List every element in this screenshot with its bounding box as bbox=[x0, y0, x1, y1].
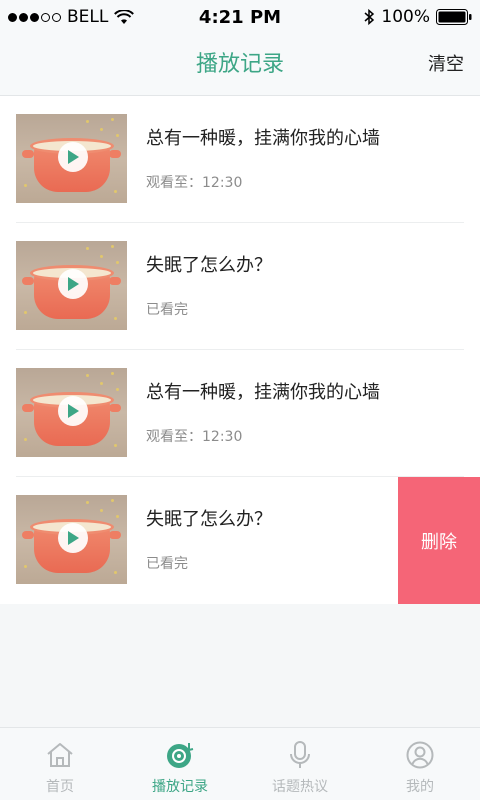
battery-percent: 100% bbox=[381, 7, 430, 27]
tab-bar: 首页 播放记录 话题热议 我的 bbox=[0, 727, 480, 800]
list-item-content: 总有一种暖，挂满你我的心墙 观看至：12:30 bbox=[0, 96, 480, 223]
nav-bar: 播放记录 清空 bbox=[0, 34, 480, 96]
list-item[interactable]: 失眠了怎么办？ 已看完 删除 bbox=[0, 477, 480, 604]
profile-icon bbox=[405, 740, 435, 770]
tab-record[interactable]: 播放记录 bbox=[120, 728, 240, 800]
play-icon[interactable] bbox=[58, 269, 88, 299]
status-bar: BELL 4:21 PM 100% bbox=[0, 0, 480, 34]
video-title: 总有一种暖，挂满你我的心墙 bbox=[146, 382, 380, 403]
status-left: BELL bbox=[8, 7, 135, 27]
carrier-label: BELL bbox=[67, 7, 109, 27]
video-thumbnail[interactable] bbox=[16, 368, 127, 457]
list-item[interactable]: 失眠了怎么办？ 已看完 bbox=[0, 223, 480, 350]
tab-label: 首页 bbox=[46, 779, 74, 795]
home-icon bbox=[45, 740, 75, 770]
history-list: 总有一种暖，挂满你我的心墙 观看至：12:30 失眠了怎么办？ 已看完 总有一种… bbox=[0, 96, 480, 604]
tab-label: 播放记录 bbox=[152, 779, 208, 795]
video-thumbnail[interactable] bbox=[16, 495, 127, 584]
video-title: 失眠了怎么办？ bbox=[146, 509, 272, 530]
video-thumbnail[interactable] bbox=[16, 114, 127, 203]
watch-progress: 已看完 bbox=[146, 302, 188, 318]
video-title: 总有一种暖，挂满你我的心墙 bbox=[146, 128, 380, 149]
tab-profile[interactable]: 我的 bbox=[360, 728, 480, 800]
tab-topics[interactable]: 话题热议 bbox=[240, 728, 360, 800]
list-item[interactable]: 总有一种暖，挂满你我的心墙 观看至：12:30 bbox=[0, 96, 480, 223]
watch-progress: 观看至：12:30 bbox=[146, 175, 243, 191]
delete-button[interactable]: 删除 bbox=[398, 477, 480, 604]
video-thumbnail[interactable] bbox=[16, 241, 127, 330]
list-item[interactable]: 总有一种暖，挂满你我的心墙 观看至：12:30 bbox=[0, 350, 480, 477]
bluetooth-icon bbox=[363, 8, 375, 26]
record-icon bbox=[165, 740, 195, 770]
signal-icon bbox=[8, 12, 61, 22]
list-item-content: 失眠了怎么办？ 已看完 bbox=[0, 223, 480, 350]
clear-button[interactable]: 清空 bbox=[428, 34, 464, 96]
page-title: 播放记录 bbox=[195, 52, 284, 77]
play-icon[interactable] bbox=[58, 396, 88, 426]
watch-progress: 已看完 bbox=[146, 556, 188, 572]
play-icon[interactable] bbox=[58, 523, 88, 553]
play-icon[interactable] bbox=[58, 142, 88, 172]
status-right: 100% bbox=[363, 7, 472, 27]
tab-label: 话题热议 bbox=[272, 779, 328, 795]
wifi-icon bbox=[114, 9, 135, 25]
video-title: 失眠了怎么办？ bbox=[146, 255, 272, 276]
battery-icon bbox=[436, 9, 472, 25]
tab-home[interactable]: 首页 bbox=[0, 728, 120, 800]
tab-label: 我的 bbox=[406, 779, 434, 795]
watch-progress: 观看至：12:30 bbox=[146, 429, 243, 445]
mic-icon bbox=[285, 740, 315, 770]
list-item-content: 总有一种暖，挂满你我的心墙 观看至：12:30 bbox=[0, 350, 480, 477]
